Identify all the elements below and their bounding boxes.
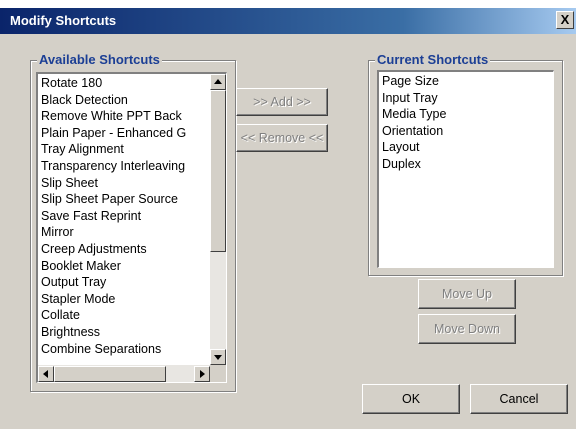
list-item[interactable]: Slip Sheet Paper Source xyxy=(41,191,210,208)
arrow-right-icon xyxy=(200,370,205,378)
scroll-left-button[interactable] xyxy=(38,366,54,382)
list-item[interactable]: Media Type xyxy=(382,106,553,123)
available-vertical-scrollbar[interactable] xyxy=(210,74,226,365)
current-shortcuts-list[interactable]: Page Size Input Tray Media Type Orientation… xyxy=(377,70,554,268)
available-horizontal-scrollbar[interactable] xyxy=(38,365,210,382)
list-item[interactable]: Transparency Interleaving xyxy=(41,158,210,175)
current-items: Page Size Input Tray Media Type Orientation… xyxy=(382,73,553,173)
current-shortcuts-label: Current Shortcuts xyxy=(375,52,491,67)
list-item[interactable]: Collate xyxy=(41,307,210,324)
move-up-button[interactable]: Move Up xyxy=(418,279,516,309)
add-button[interactable]: >> Add >> xyxy=(236,88,328,116)
list-item[interactable]: Layout xyxy=(382,139,553,156)
list-item[interactable]: Remove White PPT Back xyxy=(41,108,210,125)
list-item[interactable]: Output Tray xyxy=(41,274,210,291)
close-button[interactable]: X xyxy=(556,11,574,29)
scroll-right-button[interactable] xyxy=(194,366,210,382)
scroll-thumb[interactable] xyxy=(210,90,226,252)
scroll-down-button[interactable] xyxy=(210,349,226,365)
list-item[interactable]: Combine Separations xyxy=(41,341,210,358)
list-item[interactable]: Save Fast Reprint xyxy=(41,208,210,225)
arrow-up-icon xyxy=(214,79,222,84)
modify-shortcuts-dialog: Modify Shortcuts X Available Shortcuts R… xyxy=(0,8,576,429)
current-shortcuts-group: Current Shortcuts Page Size Input Tray Med… xyxy=(368,52,563,276)
scroll-corner xyxy=(210,365,226,382)
ok-button[interactable]: OK xyxy=(362,384,460,414)
arrow-down-icon xyxy=(214,355,222,360)
available-items: Rotate 180 Black Detection Remove White PP… xyxy=(41,75,210,357)
list-item[interactable]: Booklet Maker xyxy=(41,258,210,275)
available-shortcuts-group: Available Shortcuts Rotate 180 Black Dete… xyxy=(30,52,236,392)
list-item[interactable]: Slip Sheet xyxy=(41,175,210,192)
list-item[interactable]: Brightness xyxy=(41,324,210,341)
scroll-up-button[interactable] xyxy=(210,74,226,90)
cancel-button[interactable]: Cancel xyxy=(470,384,568,414)
list-item[interactable]: Plain Paper - Enhanced G xyxy=(41,125,210,142)
list-item[interactable]: Orientation xyxy=(382,123,553,140)
available-shortcuts-list[interactable]: Rotate 180 Black Detection Remove White PP… xyxy=(36,72,227,383)
list-item[interactable]: Input Tray xyxy=(382,90,553,107)
title-bar[interactable]: Modify Shortcuts X xyxy=(0,8,576,34)
move-down-button[interactable]: Move Down xyxy=(418,314,516,344)
list-item[interactable]: Black Detection xyxy=(41,92,210,109)
list-item[interactable]: Page Size xyxy=(382,73,553,90)
list-item[interactable]: Mirror xyxy=(41,224,210,241)
window-title: Modify Shortcuts xyxy=(10,13,117,28)
list-item[interactable]: Duplex xyxy=(382,156,553,173)
hscroll-thumb[interactable] xyxy=(54,366,166,382)
remove-button[interactable]: << Remove << xyxy=(236,124,328,152)
list-item[interactable]: Tray Alignment xyxy=(41,141,210,158)
list-item[interactable]: Creep Adjustments xyxy=(41,241,210,258)
list-item[interactable]: Rotate 180 xyxy=(41,75,210,92)
arrow-left-icon xyxy=(43,370,48,378)
list-item[interactable]: Stapler Mode xyxy=(41,291,210,308)
available-shortcuts-label: Available Shortcuts xyxy=(37,52,162,67)
